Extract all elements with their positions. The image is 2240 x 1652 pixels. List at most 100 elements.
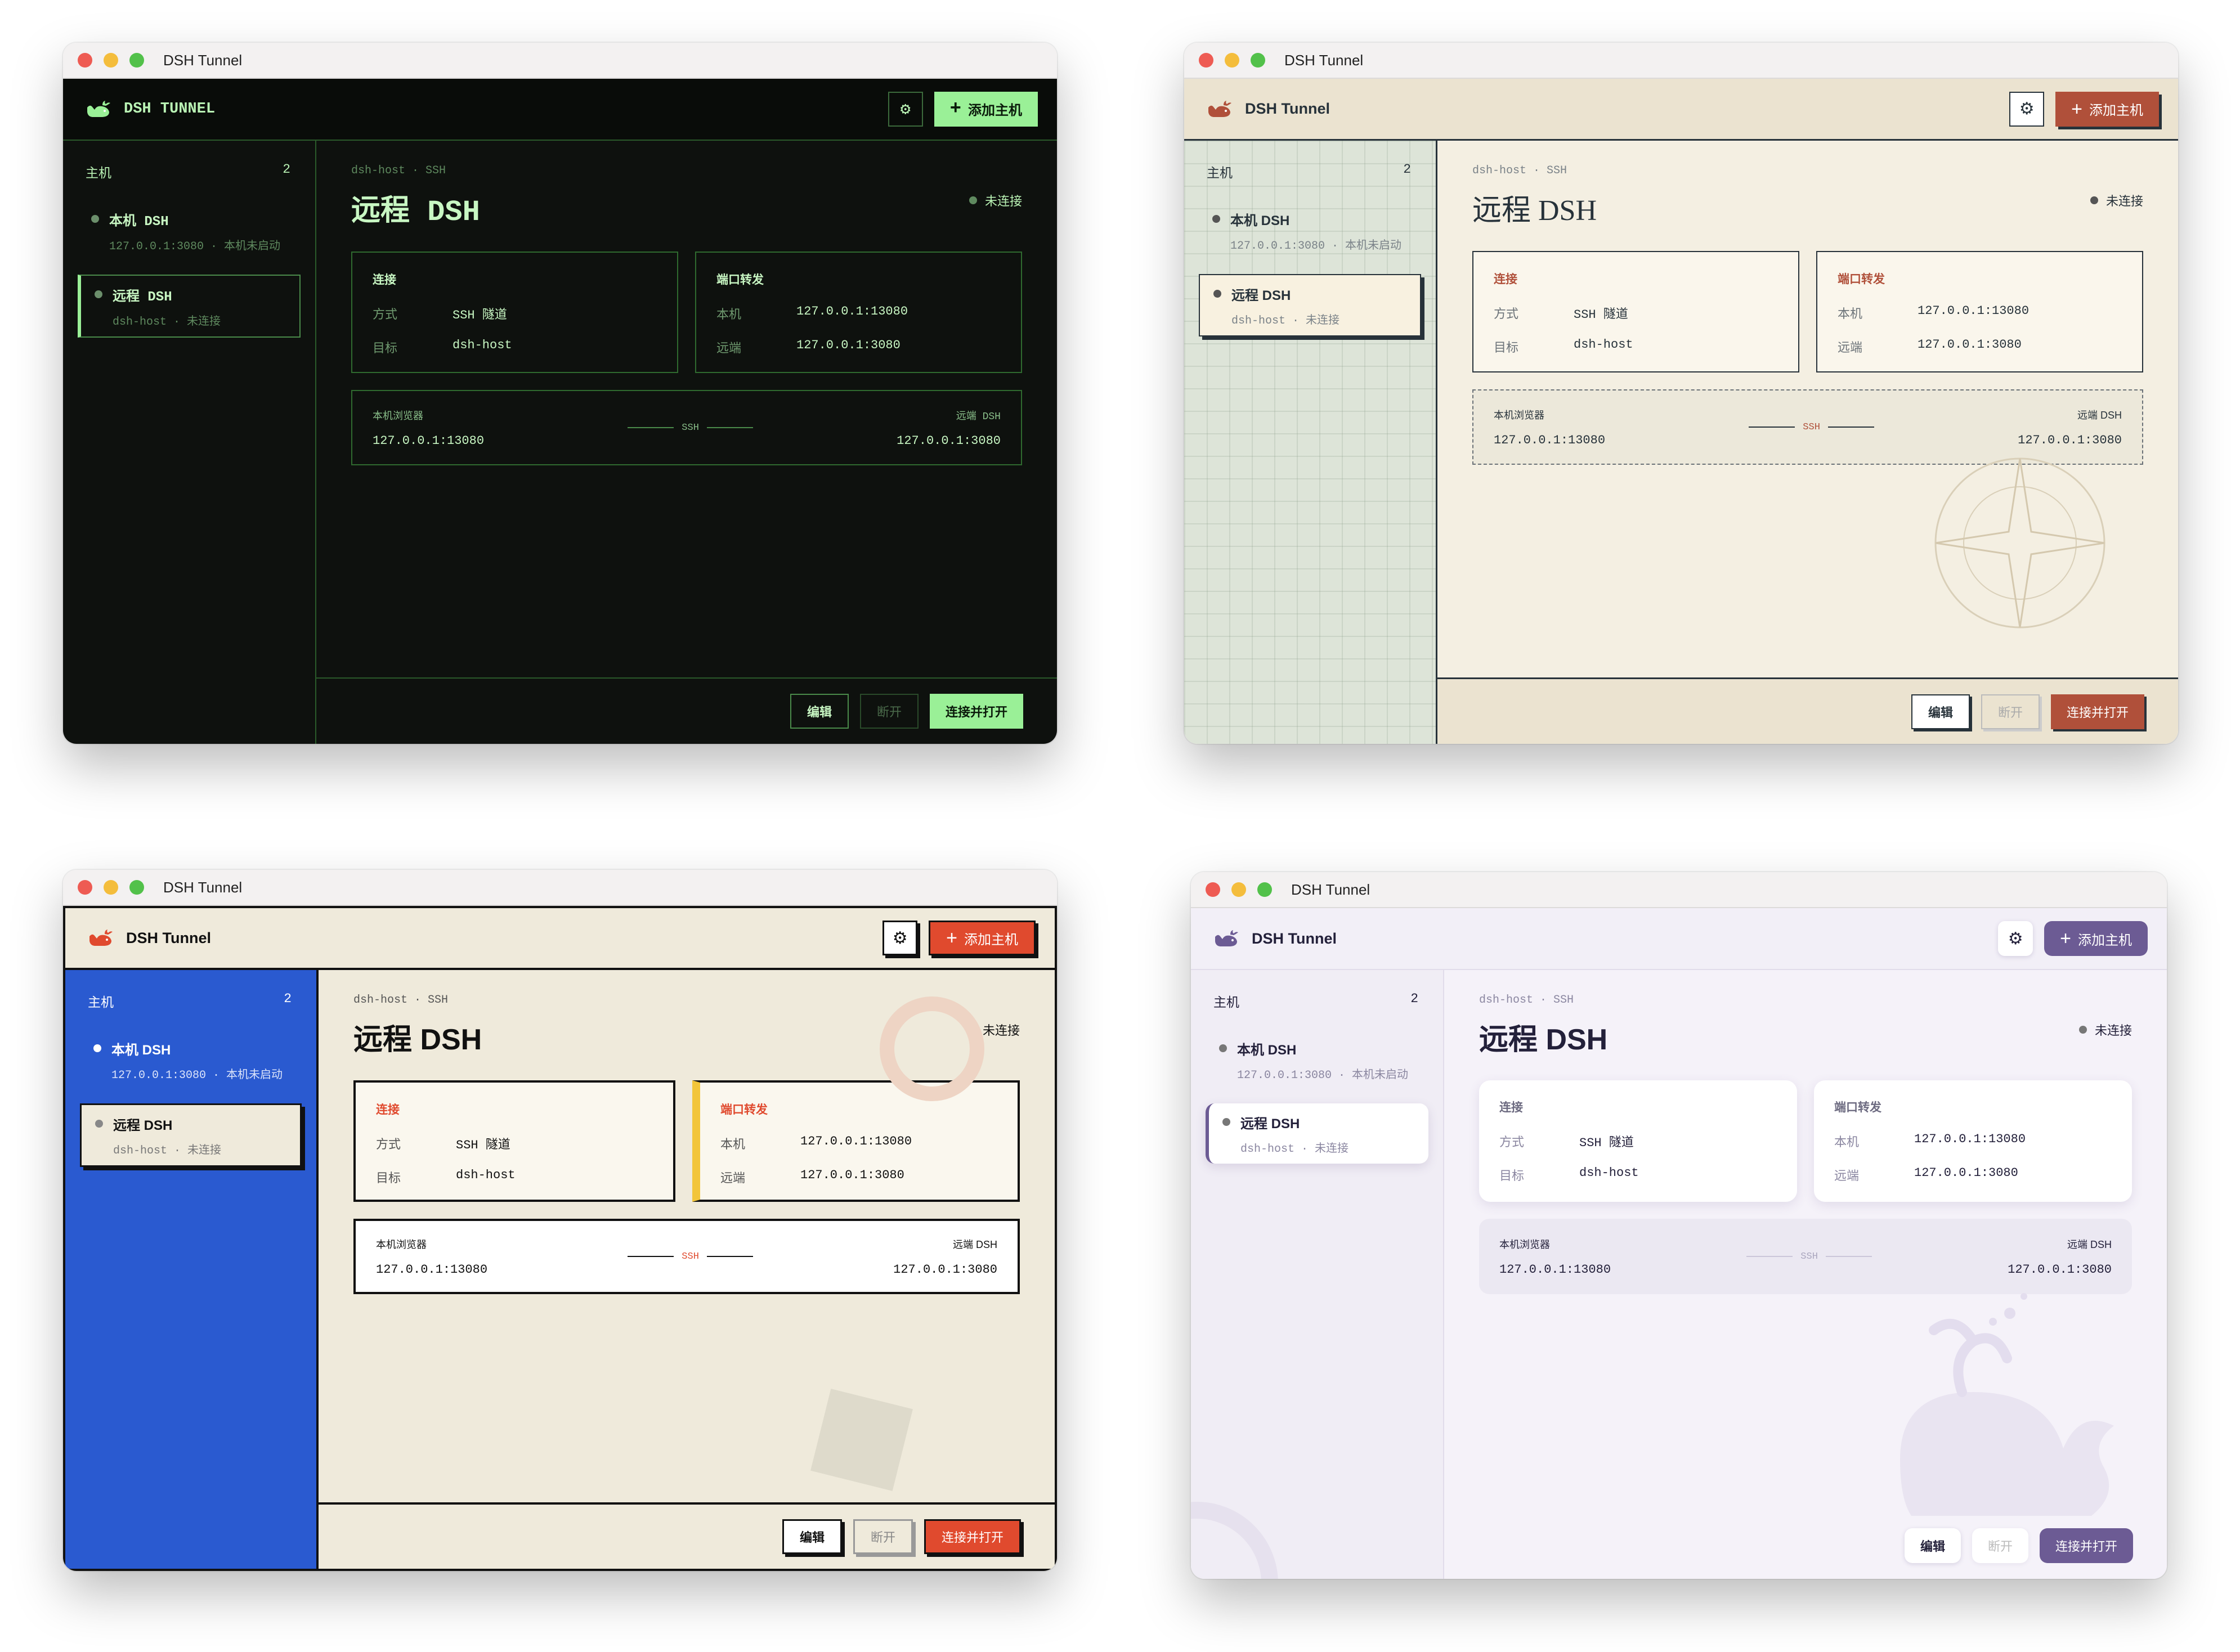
connect-open-button[interactable]: 连接并打开: [2039, 1528, 2133, 1563]
sidebar-item-remote[interactable]: 远程 DSH dsh-host · 未连接: [1199, 274, 1421, 336]
edit-button[interactable]: 编辑: [790, 694, 849, 729]
zoom-icon[interactable]: [129, 53, 144, 68]
minimize-icon[interactable]: [104, 53, 118, 68]
sidebar-item-remote[interactable]: 远程 DSH dsh-host · 未连接: [1206, 1103, 1428, 1164]
title-bar: DSH Tunnel: [1184, 43, 2178, 79]
detail-panel: dsh-host · SSH 远程 DSH 未连接 连接 方式 SSH 隧道 目标…: [319, 970, 1055, 1502]
route-line: [1746, 1256, 1793, 1257]
status-dot-icon: [2078, 1026, 2087, 1034]
sidebar-item-local[interactable]: 本机 DSH 127.0.0.1:3080 · 本机未启动: [1206, 1030, 1428, 1090]
card-title: 端口转发: [1834, 1101, 1881, 1114]
host-name: 本机 DSH: [111, 1043, 171, 1058]
kv-row: 目标 dsh-host: [376, 1168, 653, 1186]
sidebar-header: 主机 2: [78, 162, 301, 181]
add-host-label: 添加主机: [968, 104, 1022, 119]
connect-open-button[interactable]: 连接并打开: [2050, 694, 2144, 729]
add-host-button[interactable]: + 添加主机: [934, 92, 1038, 127]
title-bar: DSH Tunnel: [1191, 872, 2167, 908]
add-host-button[interactable]: + 添加主机: [2055, 91, 2159, 127]
sidebar-item-remote[interactable]: 远程 DSH dsh-host · 未连接: [78, 275, 301, 338]
sidebar-item-local[interactable]: 本机 DSH 127.0.0.1:3080 · 本机未启动: [78, 200, 301, 261]
route-right: 远端 DSH 127.0.0.1:3080: [893, 1237, 997, 1277]
edit-button[interactable]: 编辑: [782, 1519, 842, 1554]
settings-button[interactable]: ⚙: [2009, 91, 2045, 127]
connect-open-button[interactable]: 连接并打开: [929, 694, 1023, 729]
kv-value: SSH 隧道: [1574, 308, 1628, 322]
status-badge: 未连接: [969, 191, 1022, 209]
zoom-icon[interactable]: [1251, 53, 1265, 68]
route-left: 本机浏览器 127.0.0.1:13080: [376, 1237, 487, 1277]
route-protocol: SSH: [682, 1251, 699, 1262]
kv-row: 远端 127.0.0.1:3080: [716, 338, 1001, 356]
host-name: 本机 DSH: [1230, 213, 1290, 228]
breadcrumb: dsh-host · SSH: [1472, 164, 1567, 177]
settings-button[interactable]: ⚙: [882, 921, 918, 955]
sidebar-item-local[interactable]: 本机 DSH 127.0.0.1:3080 · 本机未启动: [80, 1030, 302, 1090]
host-name: 远程 DSH: [113, 1118, 173, 1133]
route-diagram: 本机浏览器 127.0.0.1:13080 SSH 远端 DSH 127.0.0…: [353, 1219, 1020, 1294]
sidebar-item-remote[interactable]: 远程 DSH dsh-host · 未连接: [80, 1103, 302, 1167]
sidebar-title: 主机: [1213, 995, 1239, 1009]
plus-icon: +: [2071, 98, 2082, 120]
page-title: 远程 DSH: [1479, 1023, 1608, 1056]
host-sub: dsh-host · 未连接: [1240, 1143, 1349, 1156]
route-right-value: 127.0.0.1:3080: [897, 433, 1001, 448]
card-title: 端口转发: [716, 275, 764, 288]
sidebar: 主机 2 本机 DSH 127.0.0.1:3080 · 本机未启动 远程 DS…: [63, 141, 316, 744]
info-cards: 连接 方式 SSH 隧道 目标 dsh-host 端口转发 本机 127.0.0.1:…: [351, 252, 1022, 373]
route-line: [706, 1256, 753, 1257]
kv-row: 远端 127.0.0.1:3080: [1834, 1166, 2112, 1184]
route-link: SSH: [620, 423, 761, 433]
kv-row: 远端 127.0.0.1:3080: [720, 1168, 997, 1186]
kv-row: 本机 127.0.0.1:13080: [1838, 304, 2122, 322]
app-body: DSH TUNNEL ⚙ + 添加主机 主机 2 本机 DSH 127.0.0.1…: [63, 79, 1057, 744]
settings-button[interactable]: ⚙: [888, 92, 923, 127]
sidebar-item-local[interactable]: 本机 DSH 127.0.0.1:3080 · 本机未启动: [1199, 200, 1421, 261]
sidebar: 主机 2 本机 DSH 127.0.0.1:3080 · 本机未启动 远程 DS…: [1191, 970, 1444, 1579]
close-icon[interactable]: [1206, 882, 1220, 897]
route-line: [1827, 427, 1874, 428]
close-icon[interactable]: [78, 880, 92, 895]
edit-button[interactable]: 编辑: [1904, 1528, 1961, 1563]
status-dot-icon: [95, 1120, 103, 1128]
kv-row: 本机 127.0.0.1:13080: [1834, 1132, 2112, 1150]
info-cards: 连接 方式 SSH 隧道 目标 dsh-host 端口转发 本机 127.0.0.1:…: [353, 1080, 1020, 1202]
zoom-icon[interactable]: [129, 880, 144, 895]
zoom-icon[interactable]: [1257, 882, 1272, 897]
app-header: DSH TUNNEL ⚙ + 添加主机: [63, 79, 1057, 141]
disconnect-button[interactable]: 断开: [859, 694, 919, 729]
whale-icon: [1215, 930, 1238, 946]
add-host-button[interactable]: + 添加主机: [2044, 921, 2148, 956]
window-title: DSH Tunnel: [163, 878, 243, 896]
whale-icon: [1208, 100, 1231, 117]
kv-key: 本机: [716, 308, 742, 322]
add-host-button[interactable]: + 添加主机: [929, 921, 1036, 955]
minimize-icon[interactable]: [104, 880, 118, 895]
route-right-value: 127.0.0.1:3080: [2018, 433, 2122, 447]
host-name: 远程 DSH: [113, 290, 172, 305]
plus-icon: +: [2060, 928, 2071, 949]
disconnect-button[interactable]: 断开: [1981, 694, 2040, 729]
minimize-icon[interactable]: [1225, 53, 1239, 68]
kv-row: 本机 127.0.0.1:13080: [720, 1134, 997, 1152]
kv-key: 目标: [373, 342, 398, 356]
close-icon[interactable]: [78, 53, 92, 68]
title-bar: DSH Tunnel: [63, 43, 1057, 79]
route-link: SSH: [620, 1251, 761, 1262]
close-icon[interactable]: [1199, 53, 1213, 68]
title-bar: DSH Tunnel: [63, 870, 1057, 906]
minimize-icon[interactable]: [1231, 882, 1246, 897]
disconnect-button[interactable]: 断开: [1972, 1528, 2028, 1563]
settings-button[interactable]: ⚙: [1998, 921, 2033, 956]
kv-key: 本机: [720, 1137, 746, 1151]
card-title: 连接: [376, 1103, 400, 1116]
app-window: DSH Tunnel DSH Tunnel ⚙ + 添加主机 主机 2 本机 DS…: [63, 870, 1057, 1571]
route-diagram: 本机浏览器 127.0.0.1:13080 SSH 远端 DSH 127.0.0…: [1479, 1219, 2132, 1294]
disconnect-button[interactable]: 断开: [853, 1519, 913, 1554]
host-sub: 127.0.0.1:3080 · 本机未启动: [1237, 1069, 1409, 1082]
connect-open-button[interactable]: 连接并打开: [924, 1519, 1021, 1554]
action-bar: 编辑 断开 连接并打开: [1444, 1512, 2167, 1579]
edit-button[interactable]: 编辑: [1911, 694, 1970, 729]
add-host-label: 添加主机: [964, 932, 1018, 948]
route-line: [628, 1256, 674, 1257]
